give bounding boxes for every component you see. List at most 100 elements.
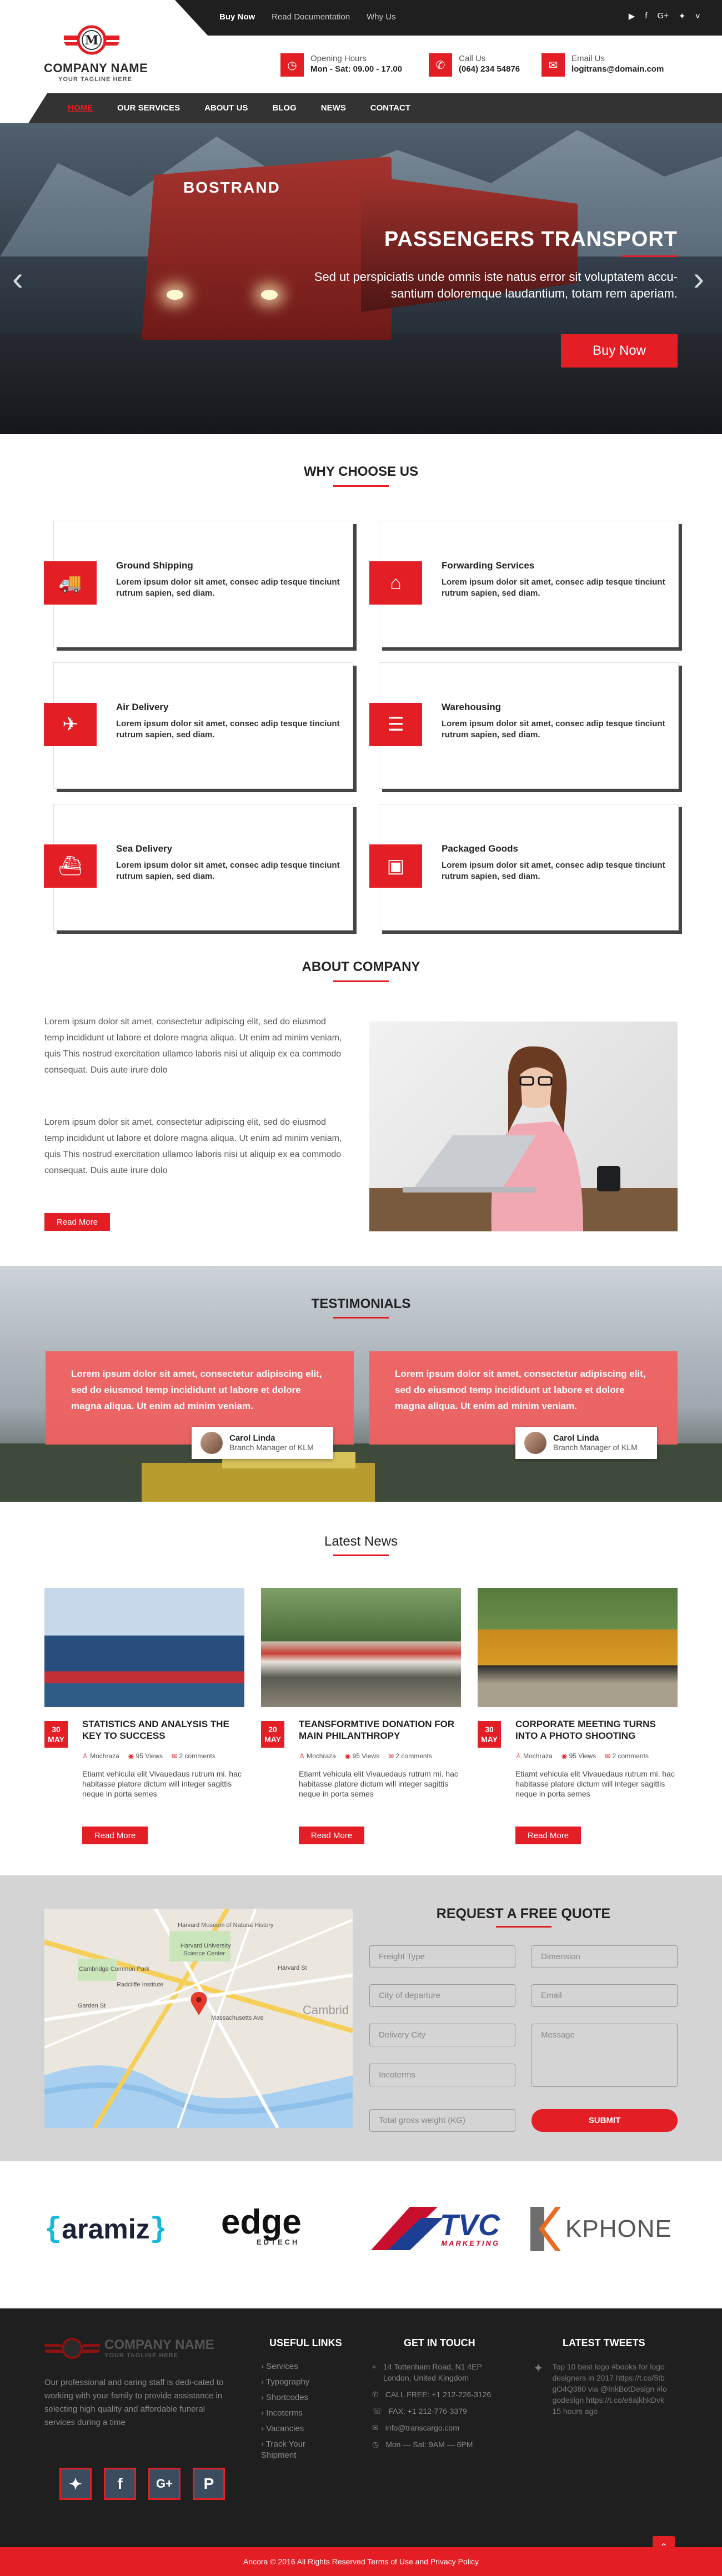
news-date: 30 MAY [478, 1721, 501, 1748]
author-role: Branch Manager of KLM [553, 1443, 638, 1452]
city-of-departure-field[interactable]: City of departure [369, 1984, 515, 2007]
brand-brace-icon: { [44, 2212, 62, 2246]
service-card[interactable]: ⛴ Sea Delivery Lorem ipsum dolor sit ame… [44, 804, 353, 930]
youtube-icon[interactable]: ▶ [629, 11, 635, 21]
footer-link[interactable]: › Typography [261, 2377, 328, 2388]
footer-link[interactable]: › Services [261, 2361, 328, 2372]
user-icon: ♙ [299, 1752, 305, 1760]
call-us-label: Call Us [459, 54, 486, 63]
opening-hours-value: Mon - Sat: 09.00 - 17.00 [310, 64, 403, 74]
nav-blog[interactable]: BLOG [260, 93, 308, 123]
testimonials-title: TESTIMONIALS [311, 1296, 411, 1311]
service-card[interactable]: 🚚 Ground Shipping Lorem ipsum dolor sit … [44, 521, 353, 647]
about-read-more-button[interactable]: Read More [44, 1213, 110, 1231]
email-us-label: Email Us [571, 54, 605, 63]
footer-link[interactable]: › Incoterms [261, 2408, 328, 2419]
slider-prev-icon[interactable]: ‹ [12, 259, 23, 298]
service-card[interactable]: ☰ Warehousing Lorem ipsum dolor sit amet… [369, 662, 679, 789]
mail-icon: ✉ [372, 2423, 379, 2432]
why-us-link[interactable]: Why Us [367, 12, 396, 22]
tweet-text[interactable]: Top 10 best logo #books for logo designe… [552, 2361, 669, 2406]
footer-about: Our professional and caring staff is ded… [44, 2378, 224, 2427]
email-us-value[interactable]: logitrans@domain.com [571, 64, 664, 74]
twitter-icon[interactable]: ✦ [679, 11, 686, 21]
freight-type-field[interactable]: Freight Type [369, 1945, 515, 1968]
map-label: Harvard St [278, 1965, 307, 1971]
company-name: COMPANY NAME [44, 61, 148, 75]
brand-brace-icon: } [149, 2212, 167, 2246]
call-us-value[interactable]: (064) 234 54876 [459, 64, 520, 74]
comment-icon: ✉ [388, 1752, 394, 1760]
message-field[interactable]: Message [532, 2024, 678, 2087]
airplane-icon: ✈ [44, 703, 97, 746]
news-title[interactable]: CORPORATE MEETING TURNS INTO A PHOTO SHO… [515, 1718, 679, 1742]
submit-button[interactable]: SUBMIT [532, 2109, 678, 2132]
gross-weight-field[interactable]: Total gross weight (KG) [369, 2109, 515, 2132]
truck-brand: BOSTRAND [183, 179, 280, 196]
contact-opening-hours: ◷ Opening Hours Mon - Sat: 09.00 - 17.00 [280, 53, 402, 77]
footer-facebook-icon[interactable]: f [104, 2468, 136, 2500]
service-text: Lorem ipsum dolor sit amet, consec adip … [442, 719, 665, 739]
service-title: Air Delivery [116, 702, 169, 712]
service-card[interactable]: ▣ Packaged Goods Lorem ipsum dolor sit a… [369, 804, 679, 930]
nav-contact[interactable]: CONTACT [358, 93, 423, 123]
box-icon: ▣ [369, 844, 422, 888]
google-plus-icon[interactable]: G+ [657, 11, 668, 21]
slider-next-icon[interactable]: › [693, 259, 704, 298]
incoterms-field[interactable]: Incoterms [369, 2064, 515, 2086]
brand-logo-aramiz[interactable]: { aramiz } [44, 2207, 167, 2251]
main-nav: HOME OUR SERVICES ABOUT US BLOG NEWS CON… [0, 93, 722, 123]
scroll-to-top-icon[interactable]: ⌃ [653, 2536, 675, 2558]
why-choose-us-title: WHY CHOOSE US [303, 464, 419, 479]
nav-home[interactable]: HOME [56, 93, 105, 123]
comment-icon: ✉ [605, 1752, 611, 1760]
service-card[interactable]: ✈ Air Delivery Lorem ipsum dolor sit ame… [44, 662, 353, 789]
brand-logo-tvc[interactable]: TVC MARKETING [371, 2207, 500, 2251]
map-label: Garden St [78, 2003, 106, 2009]
news-image-ship[interactable] [44, 1588, 244, 1707]
company-logo[interactable]: M COMPANY NAME YOUR TAGLINE HERE [42, 20, 153, 83]
service-text: Lorem ipsum dolor sit amet, consec adip … [116, 861, 340, 881]
footer-google-plus-icon[interactable]: G+ [148, 2468, 180, 2500]
location-map[interactable]: Harvard Museum of Natural History Harvar… [44, 1909, 353, 2128]
nav-about-us[interactable]: ABOUT US [192, 93, 260, 123]
buy-now-link[interactable]: Buy Now [219, 12, 255, 22]
nav-our-services[interactable]: OUR SERVICES [105, 93, 192, 123]
facebook-icon[interactable]: f [645, 11, 647, 21]
dimension-field[interactable]: Dimension [532, 1945, 678, 1968]
brand-logo-kphone[interactable]: KPHONE [530, 2207, 672, 2251]
service-title: Packaged Goods [442, 843, 518, 854]
nav-news[interactable]: NEWS [309, 93, 358, 123]
map-label: Radcliffe Institute [117, 1981, 163, 1988]
service-card[interactable]: ⌂ Forwarding Services Lorem ipsum dolor … [369, 521, 679, 647]
news-image-train[interactable] [261, 1588, 461, 1707]
footer-link[interactable]: › Shortcodes [261, 2392, 328, 2403]
footer-link[interactable]: › Track Your Shipment [261, 2439, 328, 2461]
company-tagline: YOUR TAGLINE HERE [58, 76, 132, 83]
vimeo-icon[interactable]: v [696, 11, 700, 21]
footer-twitter-icon[interactable]: ✦ [59, 2468, 92, 2500]
news-read-more-button[interactable]: Read More [82, 1827, 148, 1844]
read-documentation-link[interactable]: Read Documentation [272, 12, 350, 22]
map-label: Massachusetts Ave [211, 2015, 264, 2021]
delivery-city-field[interactable]: Delivery City [369, 2024, 515, 2046]
news-image-truck[interactable] [478, 1588, 678, 1707]
brand-logo-edge[interactable]: edge EDTECH [221, 2205, 302, 2251]
news-title[interactable]: STATISTICS AND ANALYSIS THE KEY TO SUCCE… [82, 1718, 246, 1742]
user-icon: ♙ [82, 1752, 88, 1760]
tweet-time: 15 hours ago [552, 2407, 598, 2416]
news-read-more-button[interactable]: Read More [515, 1827, 581, 1844]
phone-icon: ✆ [372, 2390, 379, 2399]
hero-subtitle: Sed ut perspiciatis unde omnis iste natu… [314, 270, 678, 300]
footer-pinterest-icon[interactable]: P [193, 2468, 225, 2500]
email-field[interactable]: Email [532, 1984, 678, 2007]
footer-logo[interactable]: COMPANY NAME YOUR TAGLINE HERE [44, 2336, 214, 2361]
warehouse-forward-icon: ⌂ [369, 561, 422, 605]
hero-slider: BOSTRAND PASSENGERS TRANSPORT Sed ut per… [0, 123, 722, 434]
news-title[interactable]: TEANSFORMTIVE DONATION FOR MAIN PHILANTH… [299, 1718, 463, 1742]
hero-buy-now-button[interactable]: Buy Now [561, 334, 678, 368]
contact-email-us: ✉ Email Us logitrans@domain.com [542, 53, 664, 77]
news-read-more-button[interactable]: Read More [299, 1827, 364, 1844]
service-title: Ground Shipping [116, 560, 193, 571]
footer-link[interactable]: › Vacancies [261, 2423, 328, 2434]
